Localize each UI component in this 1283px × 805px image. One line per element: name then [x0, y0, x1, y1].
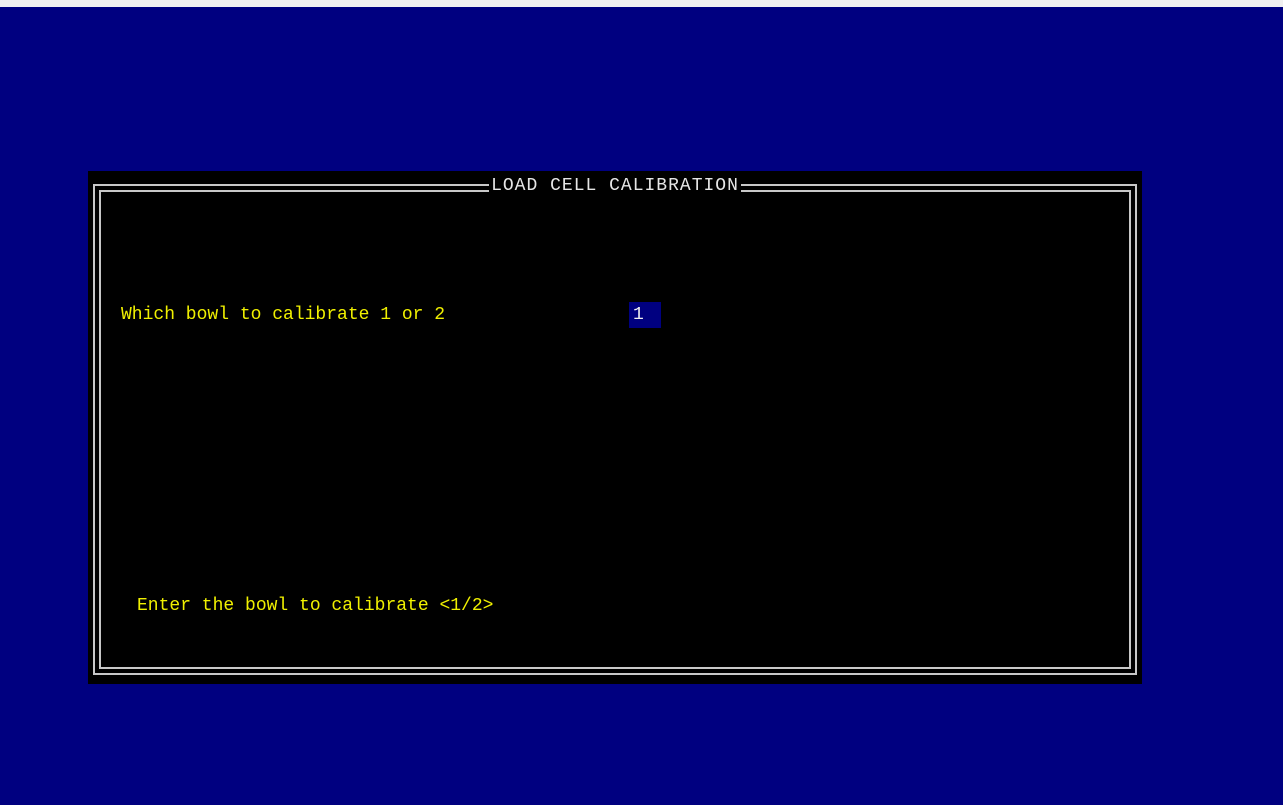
help-text: Enter the bowl to calibrate <1/2> [137, 596, 494, 616]
calibration-dialog: LOAD CELL CALIBRATION Which bowl to cali… [88, 171, 1142, 684]
dialog-title-text: LOAD CELL CALIBRATION [489, 176, 741, 196]
bowl-number-input[interactable]: 1 [629, 302, 661, 328]
dialog-title: LOAD CELL CALIBRATION [88, 176, 1142, 196]
bowl-prompt-label: Which bowl to calibrate 1 or 2 [121, 305, 446, 325]
window-top-edge [0, 0, 1283, 7]
window-left-edge [0, 7, 7, 805]
